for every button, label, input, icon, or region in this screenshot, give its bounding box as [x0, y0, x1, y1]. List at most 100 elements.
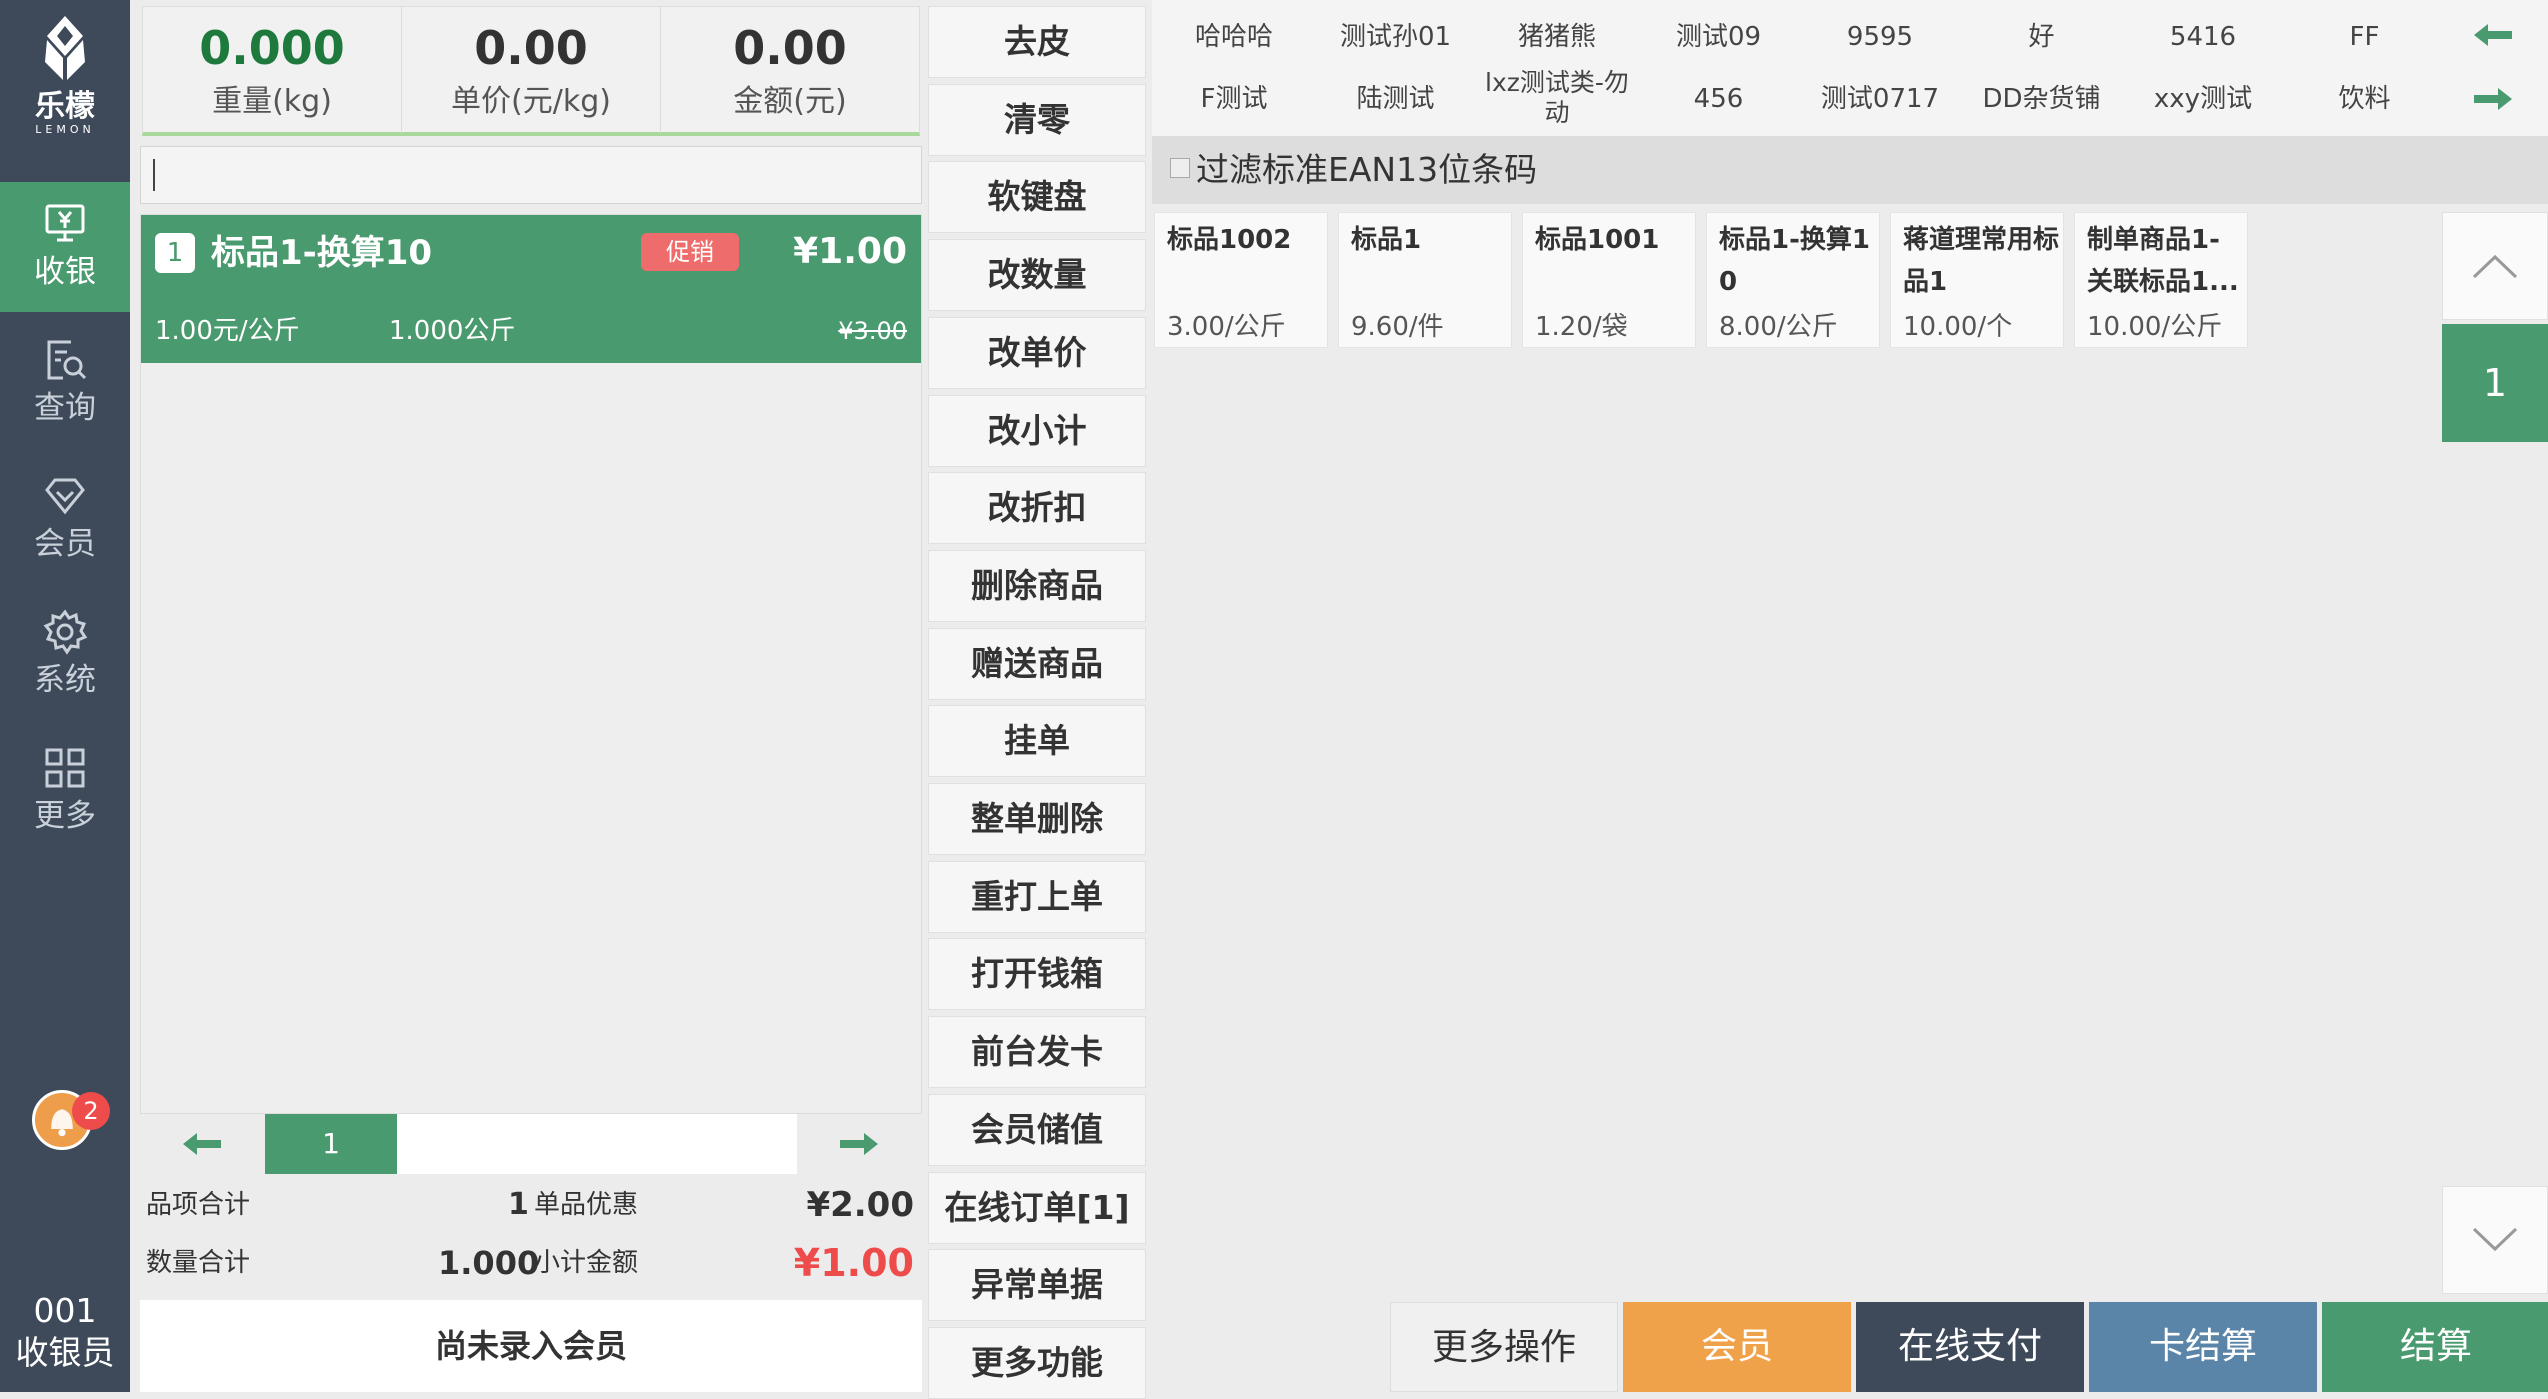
more-operations-button[interactable]: 更多操作	[1390, 1302, 1618, 1392]
hold-order-button[interactable]: 挂单	[928, 705, 1146, 778]
open-cash-drawer-button[interactable]: 打开钱箱	[928, 938, 1146, 1011]
category-tab[interactable]: 456	[1639, 68, 1799, 130]
amount-value: 0.00	[733, 21, 847, 75]
discount-value: ¥2.00	[806, 1185, 914, 1225]
category-tab[interactable]: FF	[2285, 6, 2445, 68]
nav-item-member[interactable]: 会员	[0, 454, 130, 584]
product-tile[interactable]: 标品1-换算10 8.00/公斤	[1706, 212, 1880, 348]
ean13-filter[interactable]: 过滤标准EAN13位条码	[1152, 136, 2548, 204]
product-tile[interactable]: 标品1002 3.00/公斤	[1154, 212, 1328, 348]
chevron-up-icon	[2472, 254, 2518, 279]
scroll-down-button[interactable]	[2442, 1186, 2548, 1294]
nav-label: 收银	[34, 254, 96, 290]
product-tile[interactable]: 制单商品1-关联标品1... 10.00/公斤	[2074, 212, 2248, 348]
nav-item-query[interactable]: 查询	[0, 318, 130, 448]
item-quantity: 1.000公斤	[389, 316, 516, 346]
arrow-left-icon	[183, 1133, 221, 1155]
category-tab[interactable]: F测试	[1154, 68, 1314, 130]
product-name: 制单商品1-关联标品1...	[2087, 225, 2239, 297]
online-orders-button[interactable]: 在线订单[1]	[928, 1171, 1146, 1244]
category-tab[interactable]: 陆测试	[1316, 68, 1476, 130]
category-tab[interactable]: 猪猪熊	[1477, 6, 1637, 68]
operator-role: 收银员	[15, 1333, 115, 1372]
member-topup-button[interactable]: 会员储值	[928, 1093, 1146, 1166]
item-count-value: 1	[508, 1187, 529, 1222]
product-tile[interactable]: 标品1001 1.20/袋	[1522, 212, 1696, 348]
product-name: 标品1	[1351, 225, 1422, 255]
gift-item-button[interactable]: 赠送商品	[928, 627, 1146, 700]
category-tab[interactable]: DD杂货铺	[1962, 68, 2122, 130]
soft-keyboard-button[interactable]: 软键盘	[928, 161, 1146, 234]
product-tile[interactable]: 蒋道理常用标品1 10.00/个	[1890, 212, 2064, 348]
cart-item[interactable]: 1 标品1-换算10 促销 ¥1.00 1.00元/公斤 1.000公斤 ¥3.…	[141, 215, 921, 363]
weight-cell: 0.000 重量(kg)	[143, 7, 401, 133]
zero-button[interactable]: 清零	[928, 83, 1146, 156]
nav-item-settings[interactable]: 系统	[0, 590, 130, 720]
lemon-logo-icon	[45, 16, 85, 80]
category-tab[interactable]: 好	[1962, 6, 2122, 68]
category-tab[interactable]: 测试0717	[1800, 68, 1960, 130]
amount-label: 金额(元)	[733, 84, 847, 119]
category-tab[interactable]: lxz测试类-勿动	[1477, 68, 1637, 130]
edit-unit-price-button[interactable]: 改单价	[928, 316, 1146, 389]
brand-logo: 乐檬 LEMON	[0, 14, 130, 144]
member-icon	[45, 478, 85, 515]
totals-row: 数量合计 1.000 小计金额 ¥1.00	[140, 1234, 922, 1292]
category-tab[interactable]: xxy测试	[2123, 68, 2283, 130]
tare-button[interactable]: 去皮	[928, 6, 1146, 78]
filter-checkbox[interactable]	[1170, 158, 1190, 178]
product-page-indicator: 1	[2442, 324, 2548, 442]
totals-row: 品项合计 1 单品优惠 ¥2.00	[140, 1176, 922, 1234]
delete-item-button[interactable]: 删除商品	[928, 549, 1146, 622]
next-page-button[interactable]	[797, 1114, 922, 1174]
weight-value: 0.000	[199, 21, 345, 75]
barcode-input[interactable]	[140, 146, 922, 204]
product-price: 1.20/袋	[1535, 312, 1628, 342]
category-tab[interactable]: 饮料	[2285, 68, 2445, 130]
nav-item-cashier[interactable]: 收银	[0, 182, 130, 312]
arrow-right-icon	[840, 1133, 878, 1155]
abnormal-orders-button[interactable]: 异常单据	[928, 1249, 1146, 1322]
cart-pager: 1	[140, 1114, 922, 1174]
category-prev-button[interactable]	[2472, 20, 2514, 54]
nav-item-more[interactable]: 更多	[0, 726, 130, 856]
category-tab[interactable]: 5416	[2123, 6, 2283, 68]
operator-id: 001	[33, 1291, 97, 1330]
card-settlement-button[interactable]: 卡结算	[2089, 1302, 2317, 1392]
member-button[interactable]: 会员	[1623, 1302, 1851, 1392]
category-tab[interactable]: 测试孙01	[1316, 6, 1476, 68]
nav-label: 查询	[34, 390, 96, 426]
category-tab[interactable]: 9595	[1800, 6, 1960, 68]
online-payment-button[interactable]: 在线支付	[1856, 1302, 2084, 1392]
product-price: 3.00/公斤	[1167, 312, 1286, 342]
subtotal-label: 小计金额	[534, 1248, 639, 1278]
product-name: 蒋道理常用标品1	[1903, 225, 2060, 297]
subtotal-value: ¥1.00	[793, 1241, 914, 1285]
prev-page-button[interactable]	[140, 1114, 265, 1174]
product-tile[interactable]: 标品1 9.60/件	[1338, 212, 1512, 348]
more-functions-button[interactable]: 更多功能	[928, 1326, 1146, 1399]
sidebar: 乐檬 LEMON 收银 查询 会员 系统 更多 2 001 收银员	[0, 0, 130, 1392]
category-next-button[interactable]	[2472, 84, 2514, 118]
category-tab[interactable]: 哈哈哈	[1154, 6, 1314, 68]
nav-label: 会员	[34, 526, 96, 562]
product-price: 9.60/件	[1351, 312, 1444, 342]
category-tab[interactable]: 测试09	[1639, 6, 1799, 68]
delete-all-button[interactable]: 整单删除	[928, 783, 1146, 855]
qty-total-value: 1.000	[438, 1244, 540, 1282]
issue-card-button[interactable]: 前台发卡	[928, 1016, 1146, 1089]
product-name: 标品1002	[1167, 225, 1292, 255]
totals-panel: 品项合计 1 单品优惠 ¥2.00 数量合计 1.000 小计金额 ¥1.00	[140, 1176, 922, 1292]
product-price: 8.00/公斤	[1719, 312, 1838, 342]
brand-sub: LEMON	[35, 123, 95, 136]
unit-price-value: 0.00	[474, 21, 588, 75]
edit-discount-button[interactable]: 改折扣	[928, 472, 1146, 545]
edit-quantity-button[interactable]: 改数量	[928, 239, 1146, 312]
member-entry-button[interactable]: 尚未录入会员	[140, 1300, 922, 1392]
checkout-button[interactable]: 结算	[2322, 1302, 2548, 1392]
edit-subtotal-button[interactable]: 改小计	[928, 394, 1146, 467]
qty-total-label: 数量合计	[146, 1248, 251, 1278]
scroll-up-button[interactable]	[2442, 212, 2548, 320]
reprint-last-button[interactable]: 重打上单	[928, 860, 1146, 933]
arrow-left-icon	[2474, 24, 2512, 46]
